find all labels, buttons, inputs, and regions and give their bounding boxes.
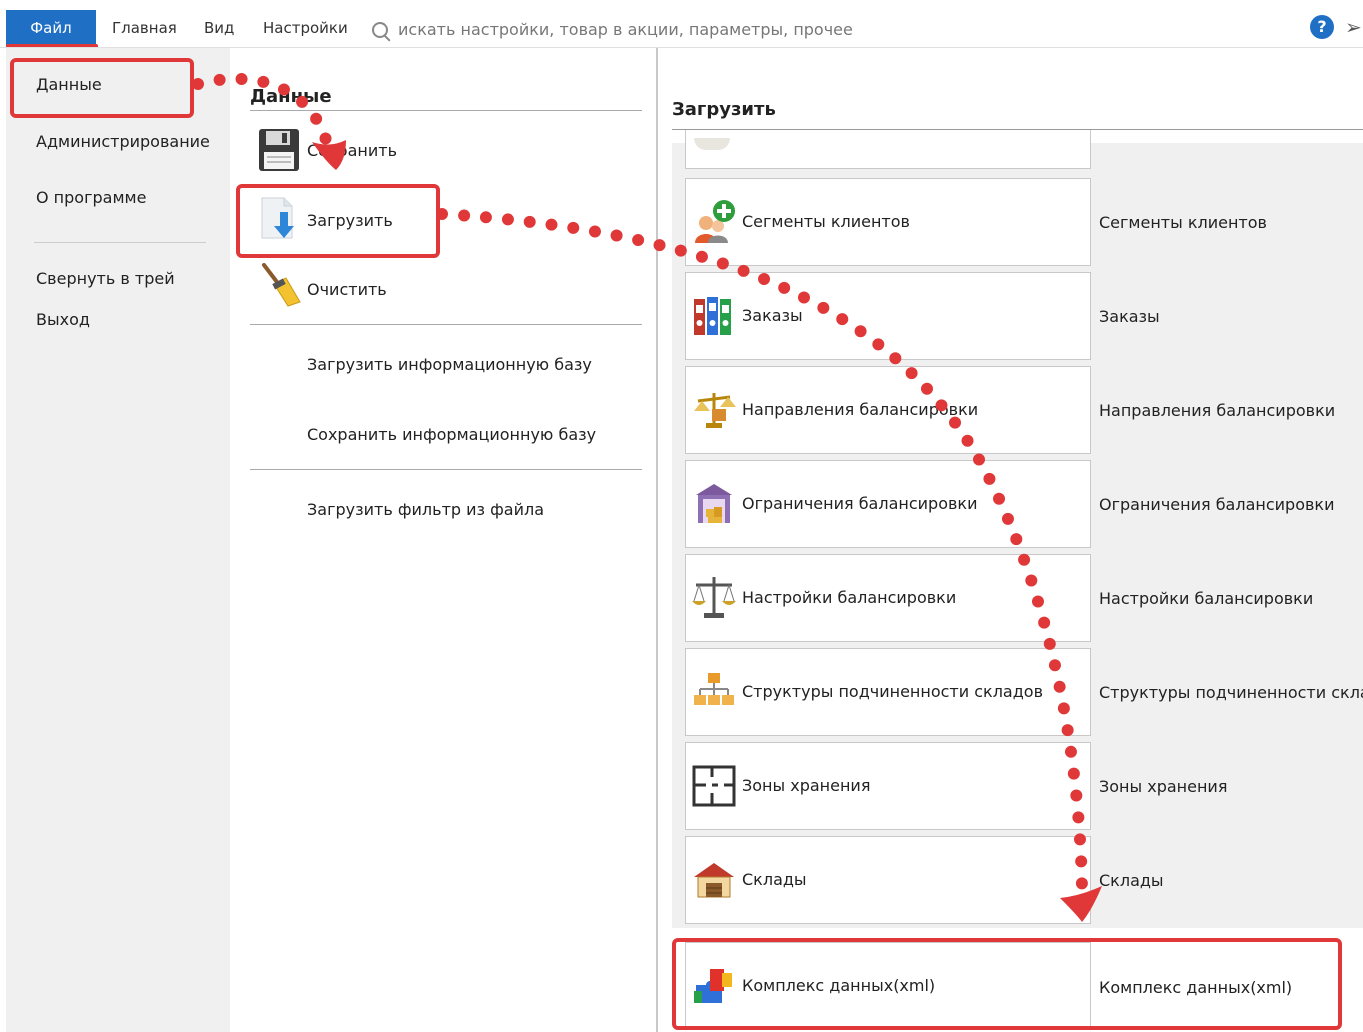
arrow-head-complex: [1060, 886, 1102, 922]
arrow-head-save: [312, 140, 346, 170]
arrow-path-data-to-save: [192, 72, 332, 146]
arrow-path-load-to-complex: [436, 208, 1088, 894]
annotation-arrows: [192, 72, 1102, 922]
